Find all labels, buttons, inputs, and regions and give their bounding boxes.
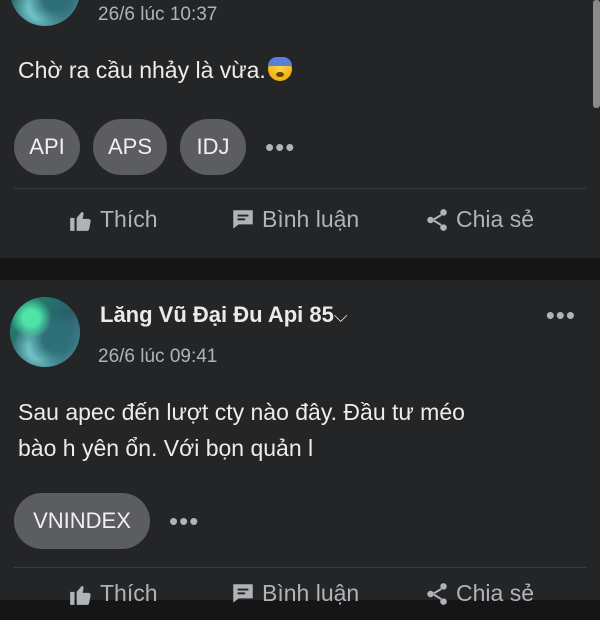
post-content: Sau apec đến lượt cty nào đây. Đầu tư mé… — [18, 394, 465, 466]
divider — [14, 567, 586, 568]
post-card: Lăng Vũ Đại Đu Api 85⌵ ••• 26/6 lúc 09:4… — [0, 280, 600, 606]
tag-list: API APS IDJ ••• — [14, 119, 295, 175]
post-content: Chờ ra cầu nhảy là vừa. — [18, 52, 292, 88]
more-tags-button[interactable]: ••• — [265, 134, 295, 160]
anxious-face-emoji-icon — [267, 57, 292, 81]
like-label: Thích — [100, 580, 158, 606]
comment-icon — [233, 583, 253, 603]
like-button[interactable]: Thích — [68, 580, 158, 607]
post-actions: Thích Bình luận Chia sẻ — [0, 580, 600, 620]
comment-button[interactable]: Bình luận — [230, 206, 359, 233]
share-icon — [427, 208, 447, 231]
tag-list: VNINDEX ••• — [14, 493, 199, 549]
share-label: Chia sẻ — [456, 206, 534, 232]
share-icon — [427, 582, 447, 605]
like-label: Thích — [100, 206, 158, 232]
thumbs-up-icon — [70, 211, 91, 231]
like-button[interactable]: Thích — [68, 206, 158, 233]
more-tags-button[interactable]: ••• — [169, 508, 199, 534]
comment-label: Bình luận — [262, 206, 360, 232]
comment-button[interactable]: Bình luận — [230, 580, 359, 607]
post-card: 26/6 lúc 10:37 Chờ ra cầu nhảy là vừa. A… — [0, 0, 600, 258]
share-button[interactable]: Chia sẻ — [424, 580, 534, 607]
post-actions: Thích Bình luận Chia sẻ — [0, 206, 600, 246]
post-text: Chờ ra cầu nhảy là vừa. — [18, 57, 266, 83]
author-name[interactable]: Lăng Vũ Đại Đu Api 85⌵ — [100, 302, 348, 328]
comment-label: Bình luận — [262, 580, 360, 606]
post-timestamp[interactable]: 26/6 lúc 09:41 — [98, 346, 217, 368]
tag-api[interactable]: API — [14, 119, 80, 175]
scrollbar[interactable] — [593, 0, 600, 108]
tag-vnindex[interactable]: VNINDEX — [14, 493, 150, 549]
avatar[interactable] — [10, 297, 80, 367]
comment-icon — [233, 209, 253, 229]
tag-idj[interactable]: IDJ — [180, 119, 246, 175]
post-timestamp[interactable]: 26/6 lúc 10:37 — [98, 4, 217, 26]
tag-aps[interactable]: APS — [93, 119, 167, 175]
author-suffix-glyph: ⌵ — [333, 306, 348, 326]
author-name-text: Lăng Vũ Đại Đu Api 85 — [100, 302, 334, 327]
thumbs-up-icon — [70, 585, 91, 605]
divider — [14, 188, 586, 189]
post-menu-button[interactable]: ••• — [546, 302, 576, 328]
post-text-line: Sau apec đến lượt cty nào đây. Đầu tư mé… — [18, 399, 465, 425]
share-button[interactable]: Chia sẻ — [424, 206, 534, 233]
share-label: Chia sẻ — [456, 580, 534, 606]
post-text-line: bào h yên ổn. Với bọn quản l — [18, 435, 314, 461]
avatar[interactable] — [10, 0, 80, 26]
